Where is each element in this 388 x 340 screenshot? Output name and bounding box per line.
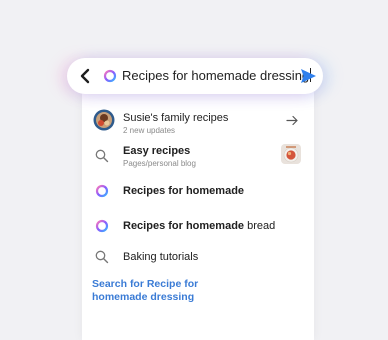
suggestion-easy-recipes[interactable]: Easy recipes Pages/personal blog bbox=[123, 145, 196, 168]
search-icon bbox=[95, 250, 109, 264]
avatar-image bbox=[93, 109, 115, 131]
suggestion-susies-family[interactable]: Susie's family recipes 2 new updates bbox=[123, 112, 228, 135]
suggestion-subtitle: 2 new updates bbox=[123, 126, 176, 135]
search-link-line2: homemade dressing bbox=[92, 291, 195, 303]
suggestion-subtitle: Pages/personal blog bbox=[123, 159, 196, 168]
arrow-right-icon[interactable] bbox=[286, 115, 299, 126]
suggestion-title: Easy recipes bbox=[123, 145, 191, 157]
suggestion-rest-text: Baking tutorials bbox=[123, 251, 199, 263]
suggestion-recipes-homemade[interactable]: Recipes for homemade bbox=[123, 185, 244, 197]
ai-ring-icon bbox=[103, 69, 117, 83]
ai-ring-icon bbox=[95, 184, 109, 198]
suggestion-bold-text: Recipes for homemade bbox=[123, 185, 245, 197]
suggestion-title: Susie's family recipes bbox=[123, 112, 229, 124]
suggestion-recipes-homemade-bread[interactable]: Recipes for homemade bread bbox=[123, 220, 275, 232]
suggestion-baking-tutorials[interactable]: Baking tutorials bbox=[123, 251, 198, 263]
back-arrow-icon[interactable] bbox=[78, 67, 94, 85]
ai-ring-icon bbox=[95, 219, 109, 233]
search-icon bbox=[95, 149, 109, 163]
search-input[interactable]: Recipes for homemade dressing bbox=[122, 68, 312, 83]
avatar[interactable] bbox=[93, 109, 115, 131]
search-link-line1: Search for Recipe for bbox=[92, 278, 199, 290]
suggestion-rest-text: bread bbox=[244, 220, 276, 232]
search-web-link[interactable]: Search for Recipe for homemade dressing bbox=[92, 278, 242, 304]
recipe-thumbnail bbox=[281, 144, 301, 164]
search-bar[interactable]: Recipes for homemade dressing bbox=[67, 58, 323, 94]
send-icon[interactable] bbox=[300, 68, 317, 84]
suggestion-bold-text: Recipes for homemade bbox=[123, 220, 245, 232]
